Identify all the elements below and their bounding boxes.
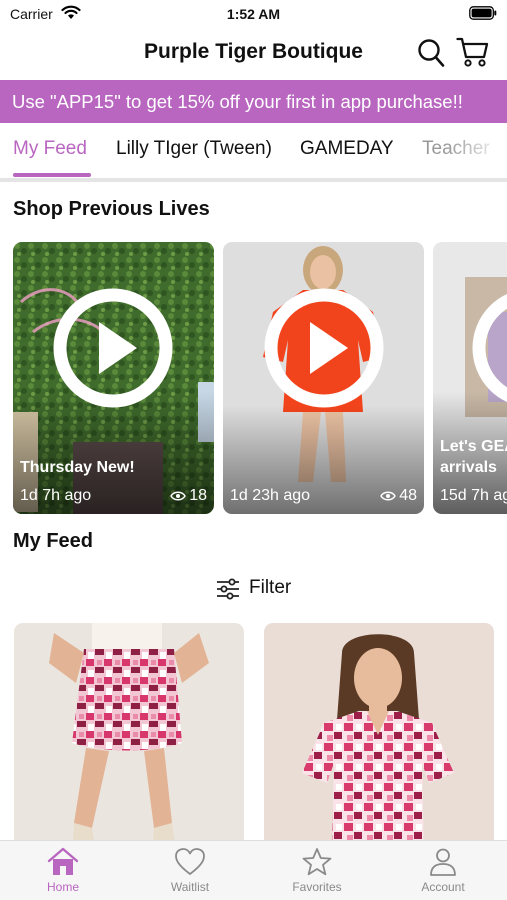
product-card[interactable] <box>14 623 244 853</box>
nav-waitlist[interactable]: Waitlist <box>145 847 235 894</box>
filter-button[interactable]: Filter <box>0 574 507 604</box>
nav-favorites-label: Favorites <box>292 880 342 894</box>
previous-lives-row: Thursday New! 1d 7h ago 18 1d 23h ago 48… <box>0 242 507 516</box>
tab-gameday[interactable]: GAMEDAY <box>300 138 394 160</box>
nav-account-label: Account <box>421 880 465 894</box>
bottom-tab-bar: Home Waitlist Favorites Account <box>0 840 507 900</box>
battery-icon <box>469 6 497 20</box>
product-image <box>14 623 244 853</box>
nav-waitlist-label: Waitlist <box>170 880 210 894</box>
play-icon[interactable] <box>52 287 174 409</box>
filter-label: Filter <box>249 577 292 598</box>
live-views: 48 <box>380 487 417 505</box>
live-video-card[interactable]: 1d 23h ago 48 <box>223 242 424 514</box>
play-icon[interactable] <box>263 287 385 409</box>
category-tabs: My Feed Lilly TIger (Tween) GAMEDAY Teac… <box>0 123 507 181</box>
live-views: 18 <box>170 487 207 505</box>
tab-lilly-tiger[interactable]: Lilly TIger (Tween) <box>116 138 272 160</box>
tabs-divider <box>0 178 507 182</box>
home-icon <box>47 847 79 875</box>
nav-account[interactable]: Account <box>398 847 488 894</box>
live-video-card[interactable]: Let's GEAR UP new arrivals 15d 7h ago <box>433 242 507 514</box>
filter-icon <box>217 578 239 600</box>
status-bar: Carrier 1:52 AM <box>0 0 507 30</box>
cart-icon[interactable] <box>456 36 489 68</box>
play-icon[interactable] <box>471 287 507 409</box>
tab-indicator <box>13 173 91 177</box>
person-icon <box>430 848 456 876</box>
eye-icon <box>380 491 397 501</box>
tabs-fade <box>447 123 507 181</box>
live-age: 15d 7h ago <box>440 487 507 504</box>
heart-icon <box>175 848 205 875</box>
live-age: 1d 7h ago <box>20 487 92 504</box>
eye-icon <box>170 491 187 501</box>
live-caption: Thursday New! <box>20 459 135 476</box>
nav-favorites[interactable]: Favorites <box>272 847 362 894</box>
live-view-count: 48 <box>399 487 417 504</box>
star-icon <box>302 848 332 876</box>
nav-home-label: Home <box>46 880 79 894</box>
live-video-card[interactable]: Thursday New! 1d 7h ago 18 <box>13 242 214 514</box>
status-time: 1:52 AM <box>226 6 281 22</box>
previous-lives-title: Shop Previous Lives <box>13 198 210 220</box>
live-age: 1d 23h ago <box>230 487 311 504</box>
product-image <box>264 623 494 853</box>
live-view-count: 18 <box>189 487 207 504</box>
tab-my-feed[interactable]: My Feed <box>13 138 87 160</box>
live-caption: Let's GEAR UP new arrivals <box>440 438 507 476</box>
promo-banner[interactable]: Use "APP15" to get 15% off your first in… <box>0 80 507 123</box>
feed-title: My Feed <box>13 530 94 552</box>
nav-home[interactable]: Home <box>18 847 108 894</box>
app-header: Purple Tiger Boutique <box>0 30 507 78</box>
product-card[interactable] <box>264 623 494 853</box>
search-icon[interactable] <box>417 38 445 68</box>
